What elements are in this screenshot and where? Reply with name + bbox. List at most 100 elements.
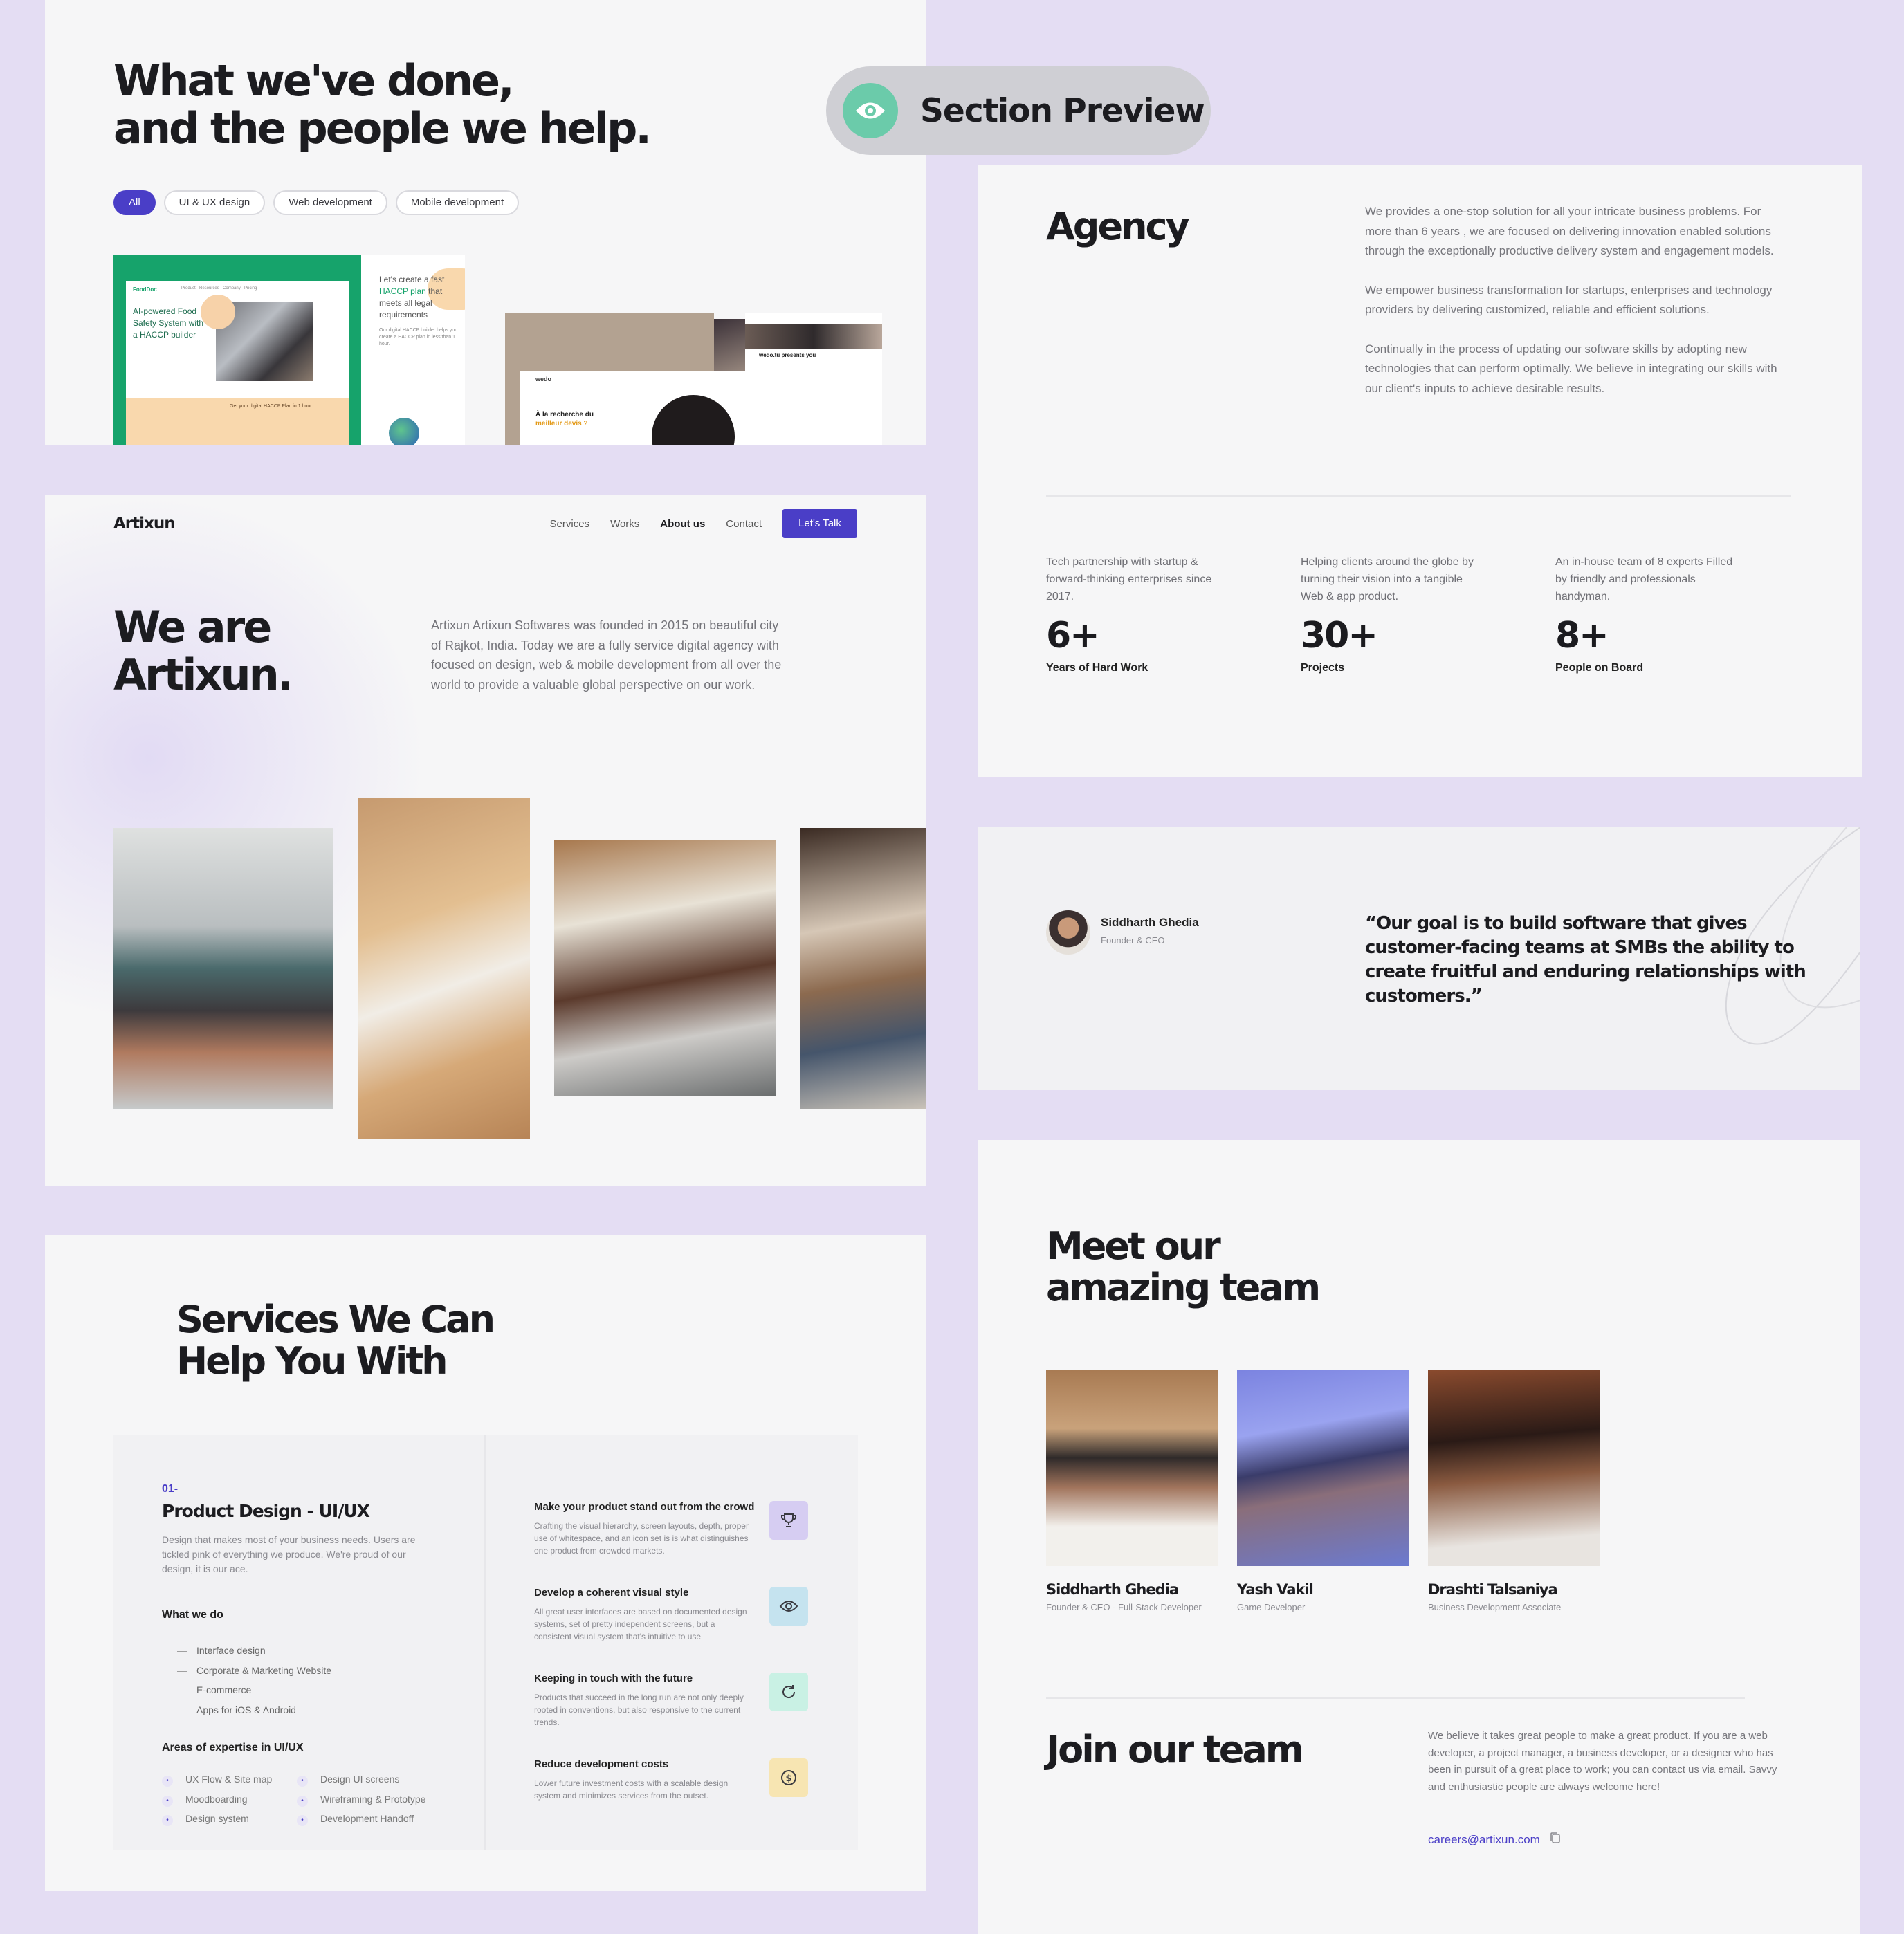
project-thumb-wedo[interactable]: wedo.tu presents you wedo À la recherche… [505, 313, 882, 445]
lets-talk-button[interactable]: Let's Talk [782, 509, 857, 538]
wedo-logo: wedo [536, 376, 552, 383]
service-desc: Design that makes most of your business … [162, 1534, 416, 1574]
quote-author-name: Siddharth Ghedia [1101, 916, 1199, 929]
feature-3: Keeping in touch with the future Product… [534, 1673, 744, 1727]
wedo-side-title: wedo.tu presents you [759, 352, 816, 358]
trophy-icon [769, 1501, 808, 1540]
service-title: Product Design - UI/UX [162, 1501, 370, 1521]
stat-projects: Helping clients around the globe by turn… [1301, 556, 1474, 674]
join-title: Join our team [1046, 1728, 1304, 1771]
list-item: • UX Flow & Site map [162, 1769, 272, 1789]
nav-services[interactable]: Services [550, 518, 590, 530]
expertise-list-1: • UX Flow & Site map • Moodboarding • Desig… [162, 1769, 272, 1829]
section-preview-label: Section Preview [920, 91, 1205, 130]
eye-icon [843, 83, 898, 138]
feature-2: Develop a coherent visual style All grea… [534, 1587, 747, 1641]
project-thumb-haccp[interactable]: Let's create a fast HACCP plan that meet… [361, 255, 465, 445]
agency-paragraph-3: Continually in the process of updating o… [1365, 342, 1777, 395]
about-heading: We are Artixun. [113, 602, 293, 701]
eye-icon [769, 1587, 808, 1626]
list-item: • Development Handoff [297, 1809, 426, 1829]
nav-contact[interactable]: Contact [726, 518, 762, 530]
fooddoc-nav: Product · Resources · Company · Pricing [181, 286, 257, 291]
wedo-side-image [745, 324, 882, 349]
team-heading: Meet our amazing team [1046, 1224, 1321, 1310]
section-preview-badge[interactable]: Section Preview [826, 66, 1211, 155]
filter-mobile[interactable]: Mobile development [395, 190, 520, 215]
site-logo[interactable]: Artixun [113, 515, 176, 533]
careers-email-link[interactable]: careers@artixun.com [1428, 1833, 1540, 1847]
about-intro: Artixun Artixun Softwares was founded in… [431, 618, 782, 692]
agency-title: Agency [1046, 205, 1190, 248]
works-heading-line1: What we've done, [113, 55, 515, 106]
member-photo [1237, 1370, 1409, 1566]
quote-author-role: Founder & CEO [1101, 935, 1165, 946]
quote-text: “Our goal is to build software that give… [1365, 913, 1806, 1006]
team-member-card[interactable]: Drashti Talsaniya Business Development A… [1428, 1370, 1600, 1612]
wedo-headline: À la recherche du meilleur devis ? [536, 411, 594, 427]
copy-icon[interactable] [1550, 1832, 1561, 1848]
fooddoc-headline: AI-powered Food Safety System with a HAC… [133, 306, 204, 340]
about-section: Artixun Services Works About us Contact … [45, 495, 926, 1186]
nav-about[interactable]: About us [660, 518, 705, 530]
feature-4: Reduce development costs Lower future in… [534, 1758, 729, 1801]
avatar [1046, 910, 1090, 955]
svg-text:$: $ [785, 1774, 791, 1784]
agency-divider [1046, 495, 1791, 497]
filter-tabs: All UI & UX design Web development Mobile d… [113, 190, 527, 215]
service-card: 01- Product Design - UI/UX Design that m… [113, 1435, 858, 1850]
works-heading: What we've done, and the people we help. [113, 55, 652, 154]
stat-years: Tech partnership with startup & forward-… [1046, 556, 1212, 674]
team-photo-1 [113, 828, 333, 1109]
list-item: • Moodboarding [162, 1789, 272, 1809]
team-divider [1046, 1697, 1745, 1699]
wedo-side-photo [714, 319, 745, 374]
member-photo [1046, 1370, 1218, 1566]
works-section: What we've done, and the people we help.… [45, 0, 926, 445]
list-item: • Design UI screens [297, 1769, 426, 1789]
project-thumb-fooddoc[interactable]: FoodDoc Product · Resources · Company · … [113, 255, 361, 445]
fooddoc-cta-text: Get your digital HACCP Plan in 1 hour [230, 404, 312, 409]
team-photo-4 [800, 828, 926, 1109]
wedo-hero-circle [652, 395, 735, 445]
list-item: — Interface design [177, 1645, 266, 1656]
agency-copy: We provides a one-stop solution for all … [1365, 202, 1788, 398]
nav-works[interactable]: Works [610, 518, 639, 530]
works-heading-line2: and the people we help. [113, 103, 652, 154]
list-item: — Corporate & Marketing Website [177, 1664, 332, 1676]
fooddoc-accent-circle [201, 295, 235, 329]
list-item: • Wireframing & Prototype [297, 1789, 426, 1809]
agency-section: Agency We provides a one-stop solution f… [978, 165, 1862, 777]
member-photo [1428, 1370, 1600, 1566]
careers-email-row: careers@artixun.com [1428, 1832, 1561, 1848]
filter-web[interactable]: Web development [273, 190, 387, 215]
team-section: Meet our amazing team Siddharth Ghedia F… [978, 1140, 1860, 1934]
what-we-do-list: — Interface design — Corporate & Marketing… [177, 1641, 331, 1720]
team-photo-2 [358, 798, 530, 1139]
haccp-headline: Let's create a fast HACCP plan that meet… [379, 275, 445, 320]
filter-ui-ux[interactable]: UI & UX design [163, 190, 266, 215]
fooddoc-logo: FoodDoc [133, 286, 157, 293]
expertise-list-2: • Design UI screens • Wireframing & Protot… [297, 1769, 426, 1829]
team-member-card[interactable]: Siddharth Ghedia Founder & CEO - Full-St… [1046, 1370, 1218, 1612]
team-member-card[interactable]: Yash Vakil Game Developer [1237, 1370, 1409, 1612]
services-heading: Services We Can Help You With [176, 1298, 495, 1383]
service-number: 01- [162, 1483, 178, 1495]
haccp-globe-icon [389, 418, 419, 445]
haccp-body: Our digital HACCP builder helps you crea… [379, 328, 458, 347]
stat-people: An in-house team of 8 experts Filled by … [1555, 556, 1733, 674]
agency-paragraph-1: We provides a one-stop solution for all … [1365, 205, 1774, 257]
dollar-icon: $ [769, 1758, 808, 1797]
services-section: Services We Can Help You With 01- Produc… [45, 1235, 926, 1891]
what-we-do-title: What we do [162, 1609, 223, 1621]
list-item: — Apps for iOS & Android [177, 1704, 296, 1715]
main-nav: Services Works About us Contact Let's Ta… [529, 509, 857, 538]
agency-paragraph-2: We empower business transformation for s… [1365, 283, 1773, 317]
join-text: We believe it takes great people to make… [1428, 1730, 1777, 1793]
list-item: — E-commerce [177, 1684, 252, 1695]
filter-all[interactable]: All [113, 190, 156, 215]
refresh-icon [769, 1673, 808, 1711]
feature-1: Make your product stand out from the cro… [534, 1501, 755, 1556]
list-item: • Design system [162, 1809, 272, 1829]
team-photo-3 [554, 840, 776, 1096]
